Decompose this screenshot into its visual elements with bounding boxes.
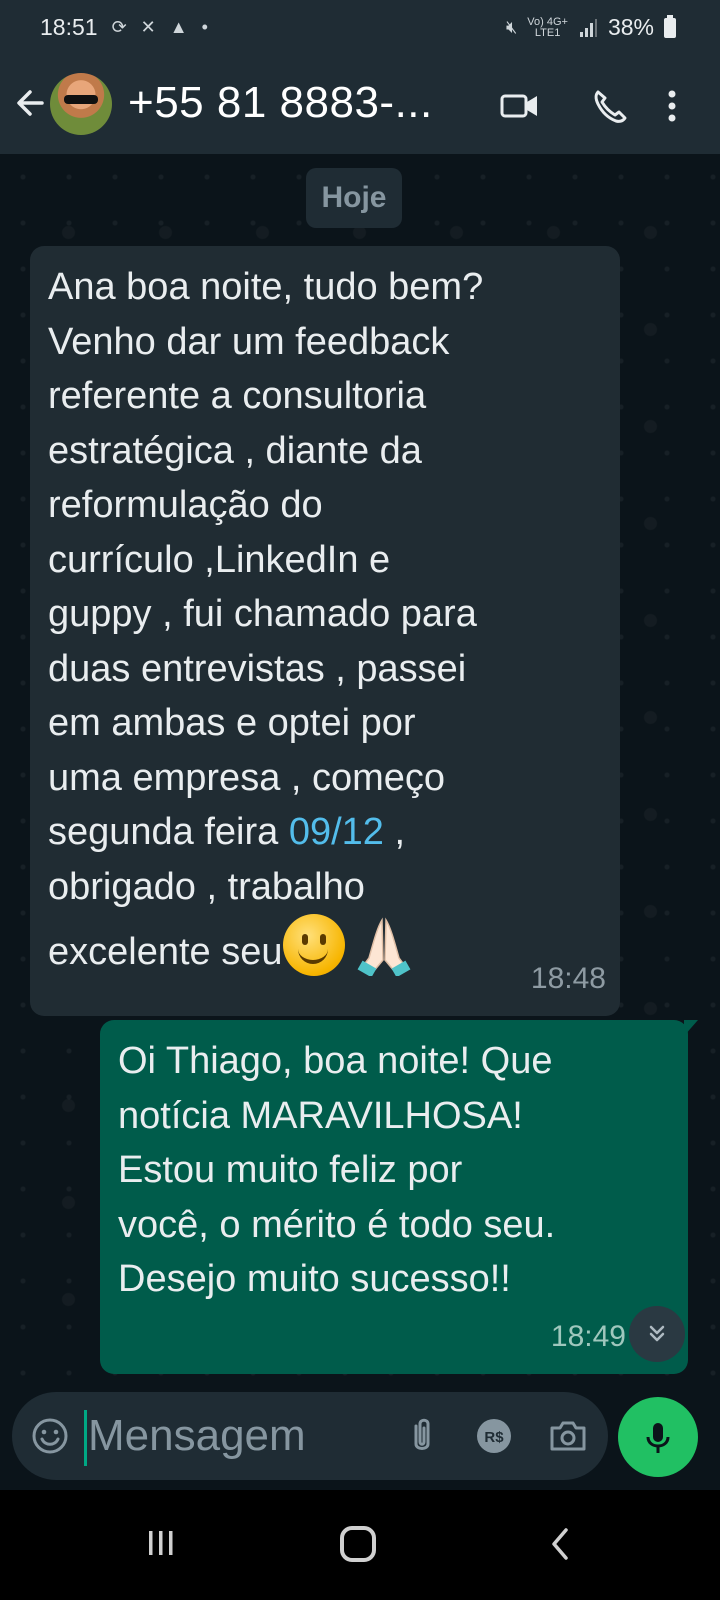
upload-icon: ▲: [169, 17, 188, 37]
message-line: duas entrevistas , passei: [48, 647, 467, 690]
battery-percent: 38%: [607, 14, 654, 40]
missed-call-icon: ✕: [140, 17, 156, 37]
message-line: reformulação do: [48, 484, 323, 526]
message-line: referente a consultoria: [48, 375, 427, 417]
date-divider: Hoje: [306, 168, 402, 228]
message-time: 18:48: [530, 961, 606, 995]
status-left: 18:51 ⟳ ✕ ▲ •: [40, 14, 208, 41]
avatar-glasses: [64, 95, 98, 104]
contact-name[interactable]: +55 81 8883-...: [128, 78, 433, 128]
nav-back-icon[interactable]: [548, 1526, 572, 1562]
message-text: Ana boa noite, tudo bem? Venho dar um fe…: [48, 260, 613, 984]
notification-dot-icon: •: [201, 17, 208, 37]
folded-hands-emoji: [357, 917, 410, 976]
emoji-icon[interactable]: [30, 1416, 70, 1456]
last-line-text: excelente seu: [48, 931, 283, 973]
message-line: currículo ,LinkedIn e: [48, 538, 391, 581]
mute-icon: 🔇︎: [505, 17, 518, 37]
message-line-last: excelente seu: [48, 914, 613, 984]
date-prefix: segunda feira: [48, 811, 289, 853]
video-call-icon[interactable]: [500, 86, 540, 126]
message-text: Oi Thiago, boa noite! Que notícia MARAVI…: [118, 1034, 683, 1307]
date-suffix: ,: [383, 811, 406, 853]
chat-area[interactable]: Hoje Ana boa noite, tudo bem? Venho dar …: [0, 154, 720, 1444]
message-line-date: segunda feira 09/12 ,: [48, 805, 613, 860]
message-line: Ana boa noite, tudo bem?: [48, 266, 484, 308]
network-indicator: Vo) 4G+ LTE1: [527, 16, 568, 39]
message-line: Desejo muito sucesso!!: [118, 1258, 511, 1300]
whatsapp-chat-screen: 18:51 ⟳ ✕ ▲ • 🔇︎ Vo) 4G+ LTE1 38% +55 81…: [0, 0, 720, 1600]
voice-call-icon[interactable]: [590, 86, 630, 126]
signal-icon: [579, 18, 597, 37]
outgoing-message[interactable]: Oi Thiago, boa noite! Que notícia MARAVI…: [100, 1020, 698, 1374]
message-line: obrigado , trabalho: [48, 865, 365, 908]
sync-icon: ⟳: [111, 17, 127, 37]
camera-icon[interactable]: [546, 1414, 590, 1458]
message-line: guppy , fui chamado para: [48, 593, 477, 635]
message-input-box[interactable]: Mensagem R$: [12, 1392, 608, 1480]
message-line: você, o mérito é todo seu.: [118, 1203, 556, 1246]
double-chevron-down-icon: [649, 1325, 665, 1342]
back-arrow-icon[interactable]: [12, 78, 52, 128]
mic-button[interactable]: [618, 1397, 698, 1477]
message-input[interactable]: Mensagem: [88, 1406, 378, 1466]
message-line: Venho dar um feedback: [48, 320, 450, 363]
home-icon[interactable]: [340, 1526, 376, 1562]
text-caret: [84, 1410, 87, 1466]
message-line: Estou muito feliz por: [118, 1149, 463, 1191]
chat-header: +55 81 8883-...: [0, 56, 720, 154]
attach-icon[interactable]: [400, 1414, 444, 1458]
status-time: 18:51: [40, 14, 98, 40]
incoming-message[interactable]: Ana boa noite, tudo bem? Venho dar um fe…: [30, 246, 620, 1016]
message-line: estratégica , diante da: [48, 429, 422, 472]
message-time: 18:49: [550, 1319, 626, 1353]
status-bar: 18:51 ⟳ ✕ ▲ • 🔇︎ Vo) 4G+ LTE1 38%: [0, 0, 720, 56]
payment-icon[interactable]: R$: [472, 1414, 516, 1458]
system-nav-bar: [0, 1490, 720, 1600]
message-line: notícia MARAVILHOSA!: [118, 1094, 523, 1137]
network-bottom: LTE1: [534, 26, 561, 39]
scroll-down-button[interactable]: [629, 1306, 685, 1362]
date-link[interactable]: 09/12: [289, 811, 384, 853]
avatar[interactable]: [50, 73, 112, 135]
input-bar: Mensagem R$: [0, 1388, 720, 1488]
message-line: em ambas e optei por: [48, 702, 416, 744]
message-line: uma empresa , começo: [48, 756, 446, 799]
svg-text:R$: R$: [484, 1429, 504, 1446]
mic-icon: [646, 1423, 670, 1453]
status-right: 🔇︎ Vo) 4G+ LTE1 38%: [506, 14, 676, 41]
recents-icon[interactable]: [146, 1528, 176, 1558]
message-line: Oi Thiago, boa noite! Que: [118, 1040, 553, 1082]
battery-icon: [664, 14, 676, 38]
smiling-face-emoji: [282, 914, 345, 976]
more-options-icon[interactable]: [660, 86, 684, 126]
